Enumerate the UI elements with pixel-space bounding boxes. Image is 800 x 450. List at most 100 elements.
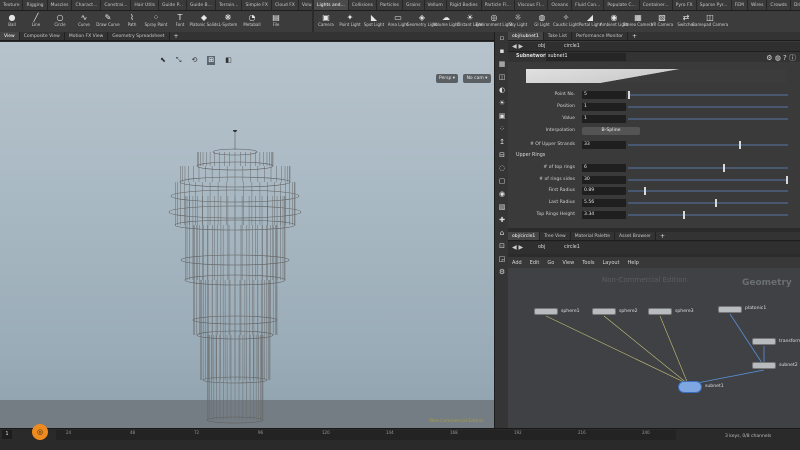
shelf-tab[interactable]: Particle Fl... — [482, 0, 515, 10]
node-name-field[interactable]: subnet1 — [546, 53, 626, 61]
param-slider[interactable] — [628, 187, 788, 195]
network-menu-item[interactable]: Edit — [526, 260, 544, 266]
frame-selected-icon[interactable]: ⊡ — [495, 240, 509, 253]
param-slider[interactable] — [628, 141, 788, 149]
shelf-tool-button[interactable]: ⌇ Path — [120, 11, 144, 32]
tab-take-list[interactable]: Take List — [544, 32, 572, 40]
settings-icon[interactable]: ⚙ — [495, 266, 509, 279]
shelf-tab[interactable]: Rigging — [23, 0, 48, 10]
shelf-tool-button[interactable]: ▧ VR Camera — [650, 11, 674, 32]
shelf-tab[interactable]: FEM — [732, 0, 748, 10]
timeline-ruler[interactable]: 24 48 72 96 120 144 168 192 216 240 — [56, 430, 676, 440]
home-icon[interactable]: ⌂ — [495, 227, 509, 240]
shelf-tool-button[interactable]: ◢ Portal Light — [578, 11, 602, 32]
shelf-tool-button[interactable]: ✎ Draw Curve — [96, 11, 120, 32]
tab-motion-fx-view[interactable]: Motion FX View — [65, 32, 109, 40]
shelf-tool-button[interactable]: ▤ File — [264, 11, 288, 32]
viewport[interactable]: ⬉ ⤡ ⟲ ⊞ ◧ Non-Commercial Edition — [0, 42, 494, 428]
node-sphere3[interactable] — [648, 308, 672, 315]
slider-knob[interactable] — [714, 199, 717, 207]
shelf-tool-button[interactable]: ▦ Stereo Camera — [623, 11, 653, 32]
persp-menu[interactable]: Persp ▾ — [436, 74, 458, 83]
tab-obj-circle1[interactable]: obj/circle1 — [508, 232, 541, 240]
network-menu-item[interactable]: Layout — [599, 260, 624, 266]
param-value-field[interactable]: 1 — [582, 103, 626, 111]
camera-menu[interactable]: No cam ▾ — [463, 74, 491, 83]
rotate-icon[interactable]: ⟲ — [191, 56, 197, 65]
light-icon[interactable]: ☀ — [495, 97, 509, 110]
shelf-tab[interactable]: Wires — [748, 0, 768, 10]
handle-icon[interactable]: ⊞ — [207, 56, 216, 65]
shelf-tool-button[interactable]: ▣ Camera — [314, 11, 338, 32]
param-value-field[interactable]: 0.89 — [582, 187, 626, 195]
display-options-icon[interactable]: ⊟ — [495, 149, 509, 162]
isolate-icon[interactable]: ◉ — [495, 188, 509, 201]
tab-geometry-spreadsheet[interactable]: Geometry Spreadsheet — [108, 32, 170, 40]
param-value-field[interactable]: 5 — [582, 91, 626, 99]
shelf-tab[interactable]: Fluid Con... — [572, 0, 605, 10]
tab-composite-view[interactable]: Composite View — [20, 32, 65, 40]
shelf-tool-button[interactable]: ◎ Environment Light — [476, 11, 513, 32]
shelf-tool-button[interactable]: ○ Circle — [48, 11, 72, 32]
param-slider[interactable] — [628, 176, 788, 184]
gear-icon[interactable]: ⚙ ◍ ? ⓘ — [766, 53, 796, 63]
node-subnet2[interactable] — [752, 362, 776, 369]
param-slider[interactable] — [628, 118, 788, 120]
tab-view[interactable]: View — [0, 32, 20, 40]
shelf-tool-button[interactable]: T Font — [168, 11, 192, 32]
shelf-tab[interactable]: Guide P... — [159, 0, 187, 10]
node-sphere1[interactable] — [534, 308, 558, 315]
shelf-tool-button[interactable]: ∿ Curve — [72, 11, 96, 32]
shelf-tool-button[interactable]: ◣ Spot Light — [362, 11, 386, 32]
shelf-tool-button[interactable]: ╱ Line — [24, 11, 48, 32]
add-tab-icon[interactable]: + — [628, 32, 641, 40]
shelf-tool-button[interactable]: ◈ Geometry Light — [406, 11, 437, 32]
param-value-field[interactable]: 30 — [582, 176, 626, 184]
network-menu-item[interactable]: Tools — [578, 260, 598, 266]
network-menu-item[interactable]: View — [558, 260, 578, 266]
param-value-field[interactable]: 1 — [582, 115, 626, 123]
slider-knob[interactable] — [738, 141, 741, 149]
param-slider[interactable] — [628, 199, 788, 207]
wireframe-icon[interactable]: ◫ — [495, 71, 509, 84]
shade-icon[interactable]: ◐ — [495, 84, 509, 97]
frame-icon[interactable]: ▢ — [495, 175, 509, 188]
shelf-tab[interactable]: Viscous Fl... — [515, 0, 549, 10]
camera-icon[interactable]: ▣ — [495, 110, 509, 123]
shelf-tab[interactable]: Rigid Bodies — [447, 0, 482, 10]
shelf-tab[interactable]: Muscles — [48, 0, 73, 10]
slider-knob[interactable] — [643, 187, 646, 195]
tab-asset-browser[interactable]: Asset Browser — [615, 232, 656, 240]
lock-icon[interactable]: ▫ — [495, 32, 509, 45]
shelf-tab[interactable]: Vellum — [425, 0, 447, 10]
tab-performance-monitor[interactable]: Performance Monitor — [572, 32, 629, 40]
network-editor[interactable]: Non-Commercial Edition Geometry sphere1 … — [508, 268, 800, 428]
normals-icon[interactable]: ↥ — [495, 136, 509, 149]
node-platonic1[interactable] — [718, 306, 742, 313]
shelf-tool-button[interactable]: ☁ Volume Light — [433, 11, 459, 32]
display-icon[interactable]: ◧ — [225, 56, 232, 65]
tab-obj-subnet1[interactable]: obj/subnet1 — [508, 32, 544, 40]
shelf-tool-button[interactable]: ⁘ Spray Paint — [144, 11, 168, 32]
add-tab-icon[interactable]: + — [656, 232, 669, 240]
back-icon[interactable]: ◀ ▶ — [512, 244, 523, 251]
param-value-field[interactable]: 5.56 — [582, 199, 626, 207]
points-icon[interactable]: ⁘ — [495, 123, 509, 136]
shelf-tool-button[interactable]: ☼ Sky Light — [506, 11, 530, 32]
visualizer-icon[interactable]: ▧ — [495, 201, 509, 214]
ramp-widget[interactable] — [526, 69, 786, 83]
ghost-icon[interactable]: ◌ — [495, 162, 509, 175]
param-slider[interactable] — [628, 164, 788, 172]
param-slider[interactable] — [628, 106, 788, 108]
move-icon[interactable]: ⤡ — [176, 56, 182, 65]
shelf-tab[interactable]: Volume — [299, 0, 312, 10]
slider-knob[interactable] — [628, 91, 630, 99]
shelf-tab[interactable]: Populate C... — [604, 0, 640, 10]
param-value-field[interactable]: 33 — [582, 141, 626, 149]
slider-knob[interactable] — [683, 211, 686, 219]
shelf-tool-button[interactable]: ✧ Caustic Light — [553, 11, 579, 32]
slider-knob[interactable] — [786, 176, 788, 184]
frame-field[interactable]: 1 — [2, 430, 12, 439]
shelf-tool-button[interactable]: ◍ GI Light — [530, 11, 554, 32]
grid-icon[interactable]: ▦ — [495, 58, 509, 71]
